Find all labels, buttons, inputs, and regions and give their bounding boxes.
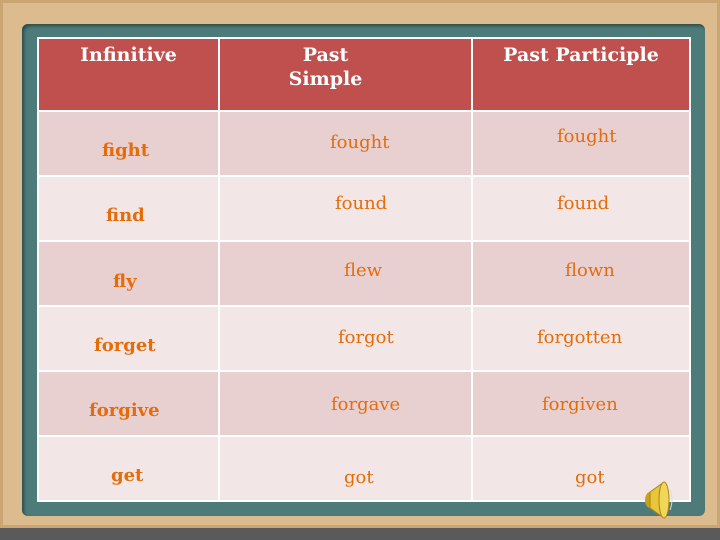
header-past-simple: Past Simple	[218, 36, 473, 113]
past-simple-cell: forgave	[331, 393, 401, 415]
infinitive-cell: fight	[102, 140, 150, 162]
header-past-line1: Past	[302, 44, 349, 66]
header-past-participle: Past Participle	[471, 36, 691, 113]
table-row: get got got	[37, 434, 691, 503]
irregular-verbs-table: Infinitive Past Simple Past Participle fi…	[37, 36, 691, 503]
past-simple-cell: found	[335, 193, 388, 215]
infinitive-cell: get	[111, 464, 144, 486]
table-row: fly flew flown	[37, 240, 691, 307]
speaker-icon[interactable]	[636, 478, 676, 522]
past-participle-cell: got	[575, 466, 605, 488]
past-simple-cell: got	[344, 466, 374, 488]
past-simple-cell: flew	[344, 260, 383, 282]
infinitive-cell: fly	[113, 271, 137, 293]
infinitive-cell: forget	[94, 335, 156, 356]
past-participle-cell: forgotten	[537, 327, 623, 348]
table-row: find found found	[37, 175, 691, 243]
past-simple-cell: forgot	[338, 327, 394, 348]
header-past-line2: Simple	[288, 68, 363, 90]
infinitive-cell: find	[106, 205, 145, 227]
past-participle-cell: fought	[557, 126, 617, 148]
past-participle-cell: forgiven	[542, 393, 618, 415]
past-participle-cell: flown	[565, 260, 615, 282]
past-participle-cell: found	[557, 193, 610, 215]
past-simple-cell: fought	[330, 132, 390, 154]
infinitive-cell: forgive	[89, 399, 160, 421]
table-row: fight fought fought	[37, 110, 691, 178]
table-row: forget forgot forgotten	[37, 305, 691, 372]
header-row: Infinitive Past Simple Past Participle	[37, 36, 691, 113]
table-row: forgive forgave forgiven	[37, 369, 691, 437]
